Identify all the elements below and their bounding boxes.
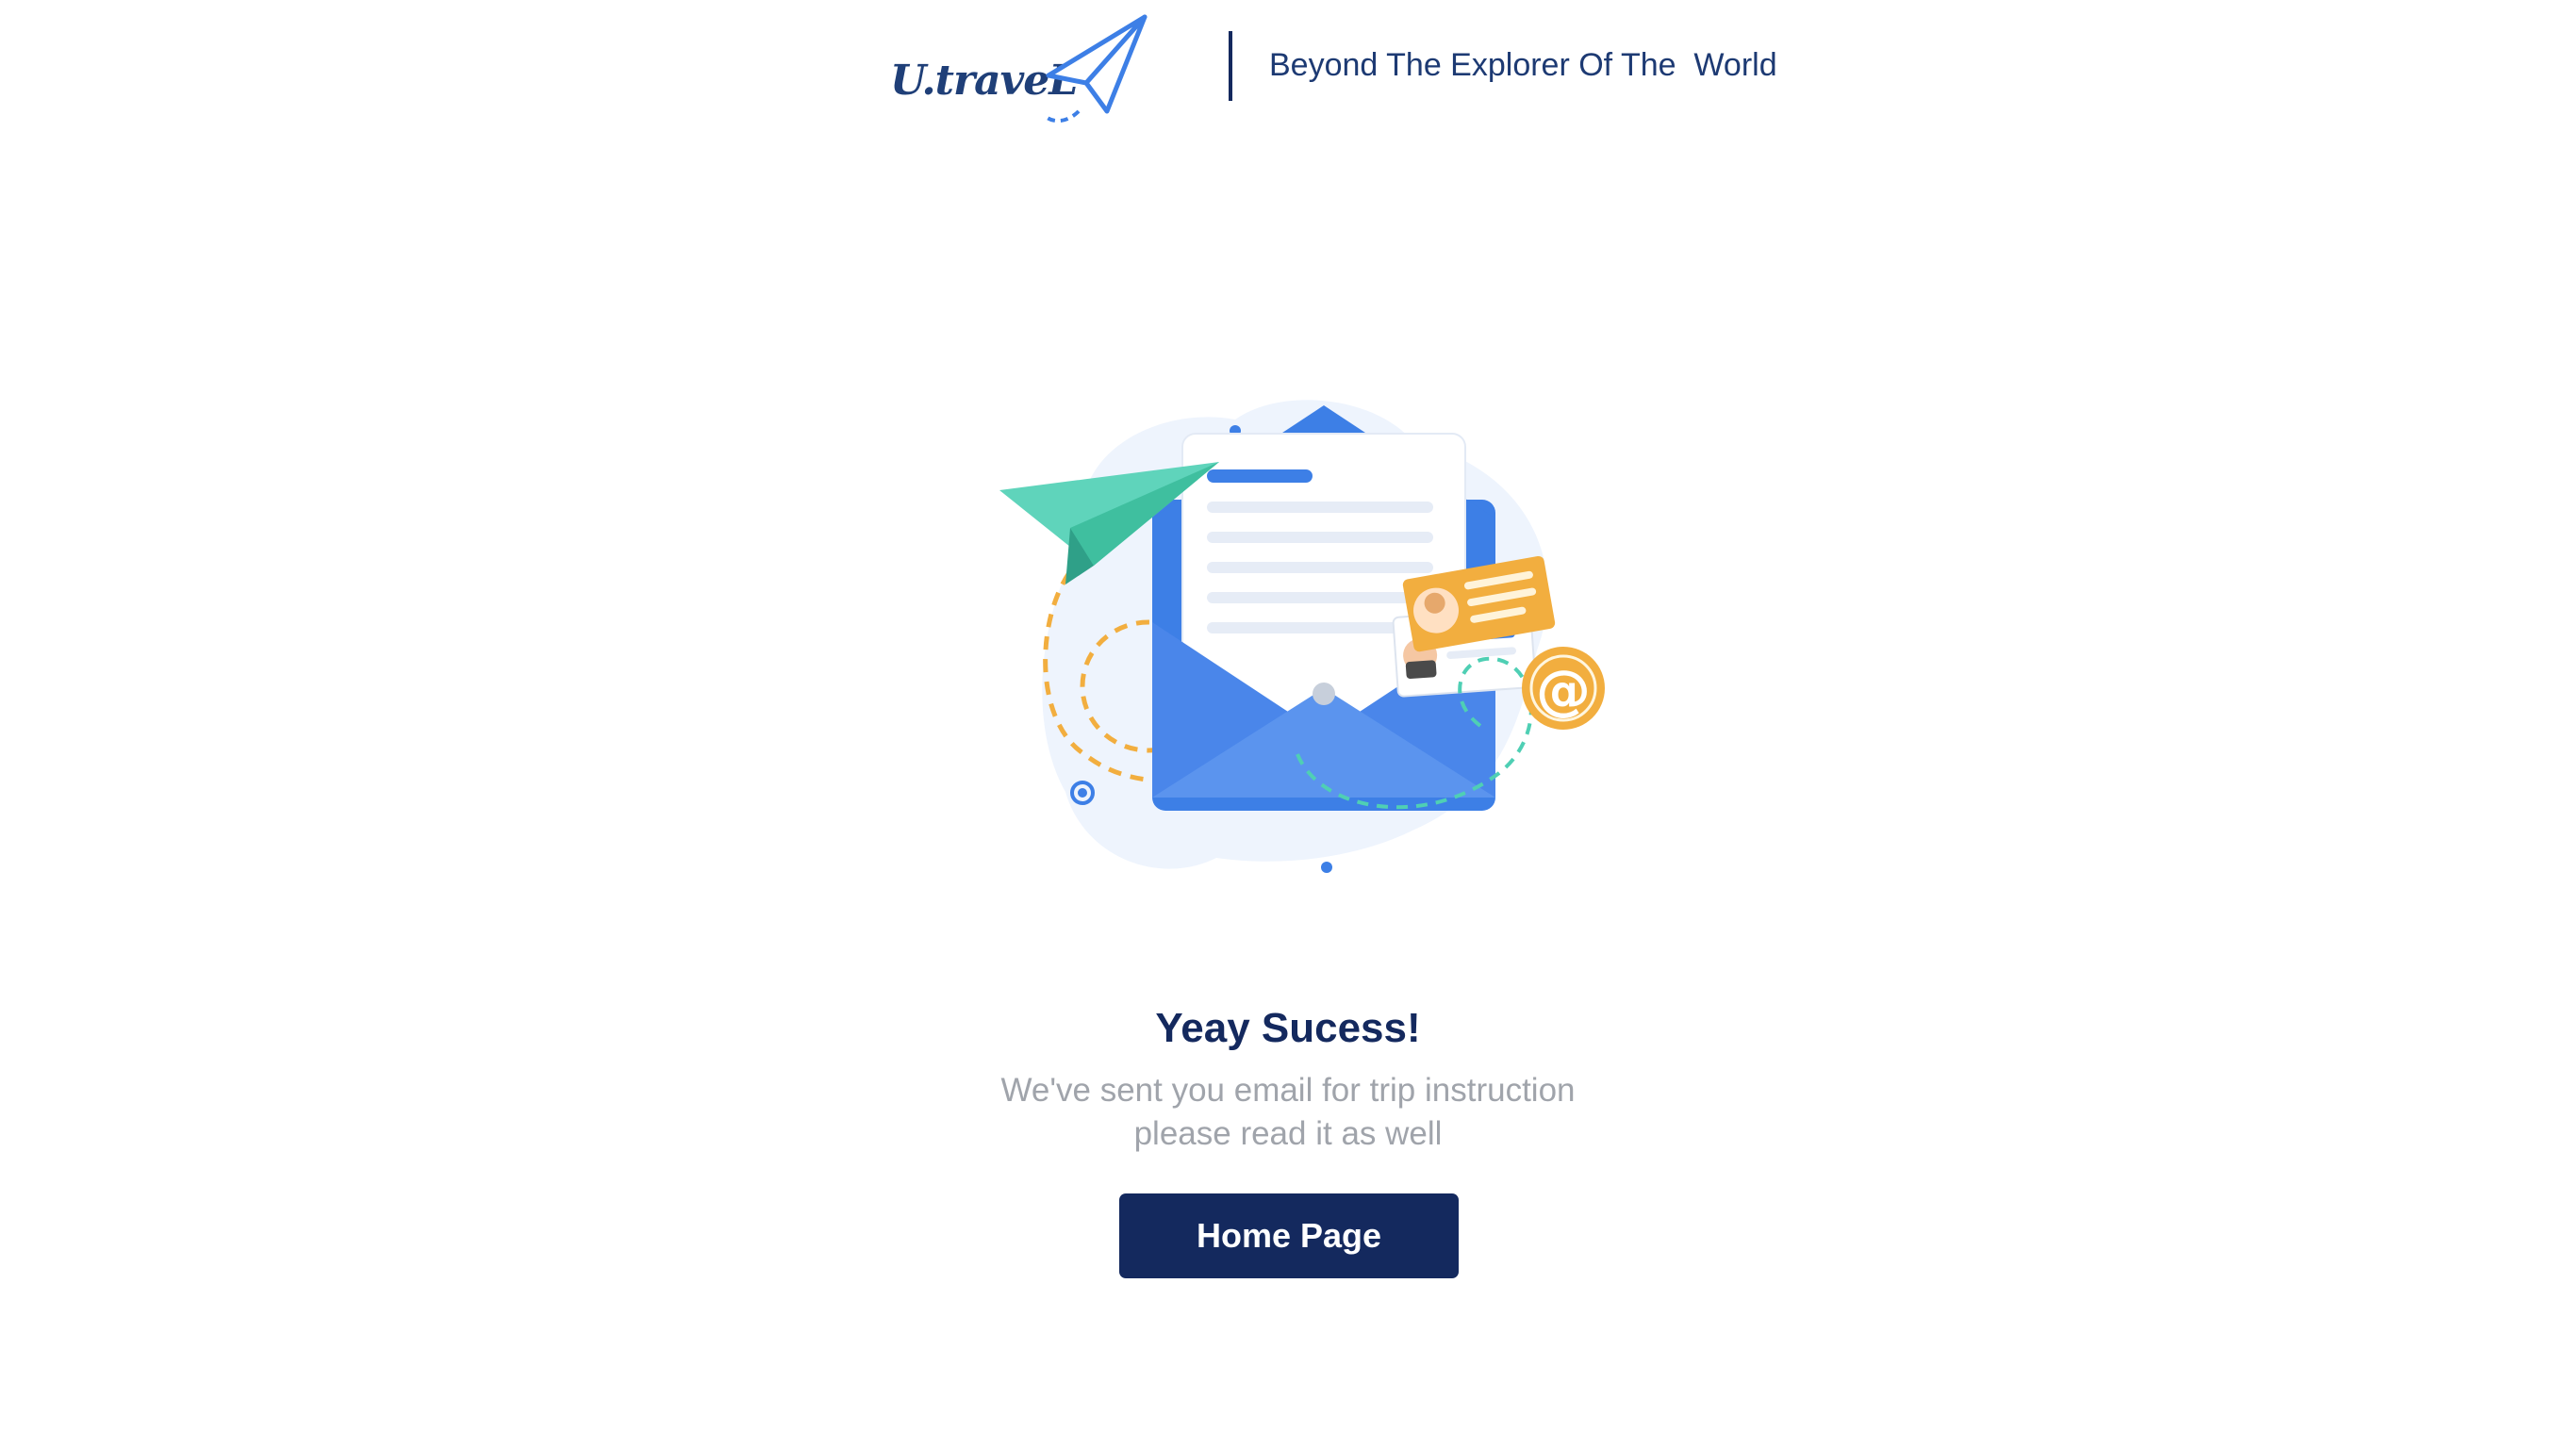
header-divider — [1229, 31, 1232, 101]
email-sent-illustration: @ — [999, 400, 1605, 873]
header: U.traveL Beyond The Explorer Of The Worl… — [0, 0, 2576, 151]
dot-icon — [1321, 862, 1332, 873]
home-page-button[interactable]: Home Page — [1119, 1193, 1459, 1278]
paper-plane-logo-icon — [1045, 14, 1148, 123]
logo[interactable]: U.traveL — [886, 13, 1150, 126]
svg-text:@: @ — [1536, 658, 1591, 722]
success-page: U.traveL Beyond The Explorer Of The Worl… — [0, 0, 2576, 1448]
success-message: We've sent you email for trip instructio… — [1000, 1072, 1576, 1152]
tagline: Beyond The Explorer Of The World — [1269, 47, 1777, 83]
success-title: Yeay Sucess! — [1155, 1005, 1421, 1051]
